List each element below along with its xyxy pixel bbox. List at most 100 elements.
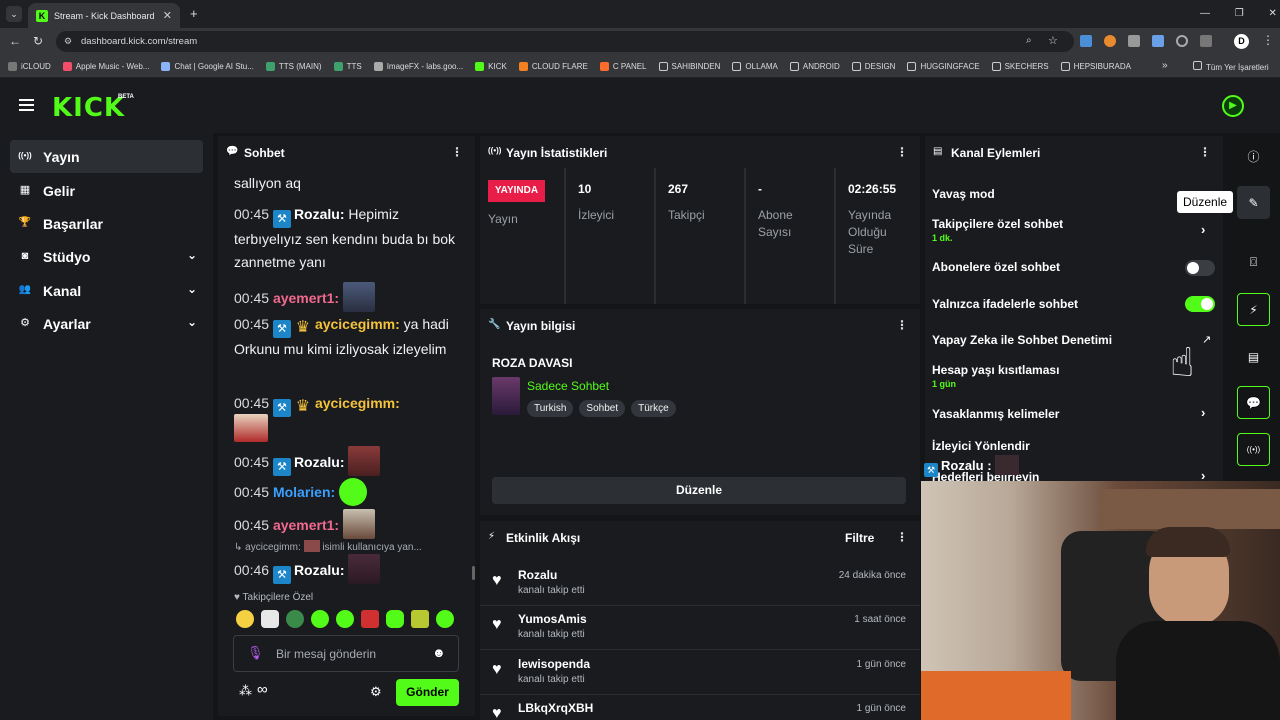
chat-username[interactable]: aycicegimm:: [315, 316, 400, 332]
bookmark-item[interactable]: C PANEL: [599, 61, 647, 71]
extension-orange-icon[interactable]: [1104, 35, 1116, 47]
bookmark-star-icon[interactable]: ☆: [1048, 34, 1058, 47]
document-icon[interactable]: ▤: [1237, 340, 1270, 373]
slow-mode-label[interactable]: Yavaş mod: [932, 187, 995, 201]
emote-button[interactable]: [336, 610, 354, 628]
chat-username[interactable]: Rozalu:: [294, 454, 345, 470]
chevron-right-icon[interactable]: ›: [1201, 405, 1205, 420]
microphone-icon[interactable]: 🎙: [247, 645, 264, 661]
subs-chat-label[interactable]: Abonelere özel sohbet: [932, 260, 1060, 274]
extensions-puzzle-icon[interactable]: [1200, 35, 1212, 47]
bookmark-folder[interactable]: ANDROID: [789, 61, 840, 71]
bookmark-folder[interactable]: DESIGN: [851, 61, 895, 71]
chat-username[interactable]: ayemert1:: [273, 290, 339, 306]
reply-preview[interactable]: ↳ aycicegimm: isimli kullanıcıya yan...: [234, 540, 464, 553]
emote-button[interactable]: [386, 610, 404, 628]
tag[interactable]: Sohbet: [579, 400, 626, 417]
emote-button[interactable]: [286, 610, 304, 628]
bookmark-folder[interactable]: HUGGINGFACE: [907, 61, 980, 71]
activity-item[interactable]: ♥ Rozalu kanalı takip etti 24 dakika önc…: [480, 562, 920, 606]
address-bar[interactable]: ⚙ dashboard.kick.com/stream ⌕ ☆: [56, 31, 1074, 52]
bookmark-item[interactable]: iCLOUD: [8, 61, 51, 71]
zoom-icon[interactable]: ⌕: [1026, 35, 1032, 46]
new-tab-button[interactable]: +: [190, 6, 198, 21]
info-icon[interactable]: ⓘ: [1237, 140, 1270, 173]
send-button[interactable]: Gönder: [396, 679, 459, 706]
emote-button[interactable]: [236, 610, 254, 628]
emote-button[interactable]: [311, 610, 329, 628]
tag[interactable]: Türkçe: [631, 400, 676, 417]
more-options-icon[interactable]: ⋮: [896, 318, 908, 332]
browser-tab[interactable]: K Stream - Kick Dashboard ✕: [28, 3, 180, 28]
activity-item[interactable]: ♥ LBkqXrqXBH 1 gün önce: [480, 695, 920, 720]
chevron-right-icon[interactable]: ›: [1201, 468, 1205, 481]
site-info-icon[interactable]: ⚙: [64, 36, 72, 47]
more-options-icon[interactable]: ⋮: [1199, 145, 1211, 159]
more-options-icon[interactable]: ⋮: [451, 145, 463, 159]
emote-chat-label[interactable]: Yalnızca ifadelerle sohbet: [932, 297, 1078, 311]
bookmark-folder[interactable]: SKECHERS: [991, 61, 1049, 71]
chevron-down-icon[interactable]: ⌄: [187, 315, 197, 329]
close-tab-icon[interactable]: ✕: [163, 9, 172, 22]
emote-button[interactable]: [261, 610, 279, 628]
emote-button[interactable]: [411, 610, 429, 628]
bookmarks-overflow-icon[interactable]: »: [1162, 60, 1168, 71]
chat-scrollbar[interactable]: [472, 566, 475, 580]
edit-pencil-icon[interactable]: ✎: [1237, 186, 1270, 219]
followers-chat-label[interactable]: Takipçilere özel sohbet: [932, 217, 1063, 231]
emote-chat-toggle[interactable]: [1185, 296, 1215, 312]
activity-item[interactable]: ♥ YumosAmis kanalı takip etti 1 saat önc…: [480, 606, 920, 650]
chevron-down-icon[interactable]: ⌄: [187, 282, 197, 296]
browser-menu-icon[interactable]: ⋮: [1262, 33, 1274, 47]
bookmark-folder[interactable]: HEPSIBURADA: [1060, 61, 1131, 71]
more-options-icon[interactable]: ⋮: [896, 530, 908, 544]
back-icon[interactable]: ←: [9, 34, 21, 48]
extension-translate-icon[interactable]: [1152, 35, 1164, 47]
chevron-right-icon[interactable]: ›: [1201, 222, 1205, 237]
chat-username[interactable]: ayemert1:: [273, 517, 339, 533]
category-name[interactable]: Sadece Sohbet: [527, 379, 609, 393]
kicks-icon[interactable]: ⁂: [239, 683, 252, 699]
sidebar-item-ayarlar[interactable]: ⚙ Ayarlar ⌄: [10, 307, 203, 340]
sidebar-item-yayin[interactable]: ((•)) Yayın: [10, 140, 203, 173]
chat-input[interactable]: 🎙 Bir mesaj gönderin ☻: [233, 635, 459, 672]
lightning-icon[interactable]: ⚡: [1237, 293, 1270, 326]
age-restriction-label[interactable]: Hesap yaşı kısıtlaması: [932, 363, 1059, 377]
bookmark-item[interactable]: ImageFX - labs.goo...: [373, 61, 463, 71]
emote-button[interactable]: [361, 610, 379, 628]
chat-icon[interactable]: 💬: [1237, 386, 1270, 419]
sidebar-item-kanal[interactable]: 👥 Kanal ⌄: [10, 274, 203, 307]
bookmark-folder[interactable]: SAHIBINDEN: [658, 61, 720, 71]
sidebar-item-gelir[interactable]: ▦ Gelir: [10, 174, 203, 207]
minimize-icon[interactable]: —: [1200, 8, 1210, 19]
chat-username[interactable]: Rozalu:: [294, 562, 345, 578]
chevron-down-icon[interactable]: ⌄: [187, 248, 197, 262]
bookmark-folder[interactable]: OLLAMA: [732, 61, 778, 71]
sidebar-item-basarilar[interactable]: 🏆 Başarılar: [10, 207, 203, 240]
redirect-viewers-label[interactable]: İzleyici Yönlendir: [932, 439, 1030, 453]
all-bookmarks-folder[interactable]: Tüm Yer İşaretleri: [1193, 61, 1269, 72]
banned-words-label[interactable]: Yasaklanmış kelimeler: [932, 407, 1059, 421]
emoji-picker-icon[interactable]: ☻: [432, 645, 446, 660]
tag[interactable]: Turkish: [527, 400, 574, 417]
extension-gray-icon[interactable]: [1128, 35, 1140, 47]
chat-username[interactable]: Molarien:: [273, 484, 335, 500]
edit-stream-button[interactable]: Düzenle: [492, 477, 906, 504]
bookmark-item[interactable]: KICK: [475, 61, 507, 71]
restore-icon[interactable]: ❐: [1235, 8, 1244, 19]
reload-icon[interactable]: ↻: [33, 34, 43, 48]
bookmark-item[interactable]: Apple Music - Web...: [62, 61, 149, 71]
bookmark-item[interactable]: TTS (MAIN): [265, 61, 322, 71]
broadcast-icon[interactable]: ((•)): [1237, 433, 1270, 466]
chat-username[interactable]: aycicegimm:: [315, 395, 400, 411]
sidebar-item-studyo[interactable]: ◙ Stüdyo ⌄: [10, 240, 203, 273]
subs-chat-toggle[interactable]: [1185, 260, 1215, 276]
camera-capture-icon[interactable]: ⌼: [1237, 246, 1270, 279]
extension-s-icon[interactable]: [1080, 35, 1092, 47]
infinity-icon[interactable]: ∞: [257, 681, 268, 698]
tab-list-chevron-icon[interactable]: ⌄: [6, 6, 22, 22]
kick-logo[interactable]: KICK: [52, 93, 125, 123]
bookmark-item[interactable]: TTS: [333, 61, 362, 71]
activity-item[interactable]: ♥ lewisopenda kanalı takip etti 1 gün ön…: [480, 651, 920, 695]
more-options-icon[interactable]: ⋮: [896, 145, 908, 159]
